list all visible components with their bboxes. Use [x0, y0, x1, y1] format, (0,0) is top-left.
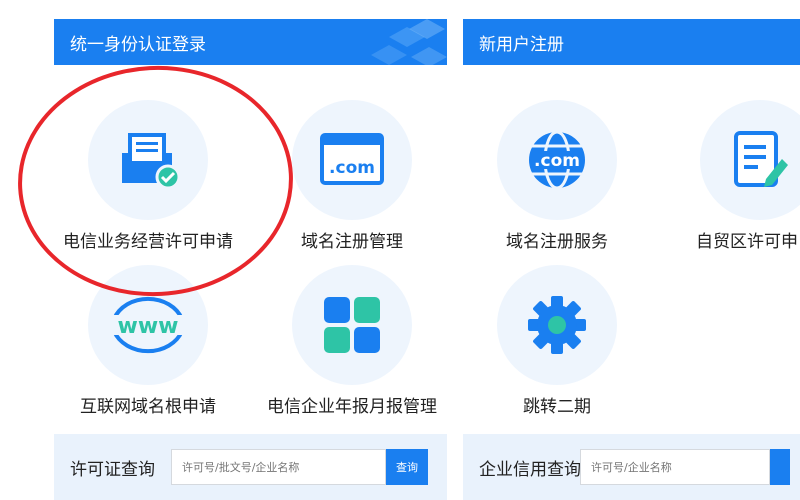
- tile-ftz-license[interactable]: 自贸区许可申: [660, 100, 800, 260]
- dot-com-globe-icon: .com: [529, 130, 585, 190]
- tile-icon-circle: [292, 265, 412, 385]
- tile-domain-management[interactable]: .com 域名注册管理: [252, 100, 452, 260]
- tile-label: 域名注册服务: [506, 232, 608, 252]
- login-panel-title: 统一身份认证登录: [70, 34, 206, 55]
- license-document-check-icon: [122, 133, 180, 189]
- credit-search-button[interactable]: [770, 449, 790, 485]
- tile-label: 电信企业年报月报管理: [267, 397, 437, 417]
- tile-domain-service[interactable]: .com 域名注册服务: [457, 100, 657, 260]
- edit-document-icon: [734, 131, 788, 187]
- tile-internet-root-domain[interactable]: www 互联网域名根申请: [48, 265, 248, 425]
- tile-icon-circle: .com: [497, 100, 617, 220]
- register-panel-header[interactable]: 新用户注册: [463, 19, 800, 65]
- gear-icon: [528, 296, 586, 354]
- svg-text:.com: .com: [534, 151, 580, 171]
- dot-com-browser-icon: .com: [320, 133, 384, 185]
- svg-text:www: www: [118, 314, 179, 339]
- license-search-bar: 许可证查询 查询: [54, 434, 447, 500]
- tile-icon-circle: [497, 265, 617, 385]
- login-panel-header[interactable]: 统一身份认证登录: [54, 19, 447, 65]
- tile-icon-circle: www: [88, 265, 208, 385]
- register-panel-title: 新用户注册: [479, 34, 564, 55]
- tile-icon-circle: .com: [292, 100, 412, 220]
- svg-text:.com: .com: [329, 158, 375, 178]
- www-icon: www: [100, 296, 196, 354]
- tile-jump-phase-two[interactable]: 跳转二期: [457, 265, 657, 425]
- tile-annual-monthly-report[interactable]: 电信企业年报月报管理: [252, 265, 452, 425]
- tile-label: 跳转二期: [523, 397, 591, 417]
- license-search-label: 许可证查询: [70, 459, 155, 480]
- license-search-button[interactable]: 查询: [386, 449, 428, 485]
- tile-icon-circle: [88, 100, 208, 220]
- grid-blocks-icon: [324, 297, 380, 353]
- credit-search-bar: 企业信用查询: [463, 434, 800, 500]
- credit-search-label: 企业信用查询: [479, 459, 581, 480]
- tile-icon-circle: [700, 100, 800, 220]
- tile-telecom-license[interactable]: 电信业务经营许可申请: [48, 100, 248, 260]
- tile-label: 自贸区许可申: [696, 232, 798, 252]
- license-search-input[interactable]: [171, 449, 386, 485]
- credit-search-input[interactable]: [580, 449, 770, 485]
- cube-decoration-icon: [371, 19, 447, 65]
- tile-label: 域名注册管理: [301, 232, 403, 252]
